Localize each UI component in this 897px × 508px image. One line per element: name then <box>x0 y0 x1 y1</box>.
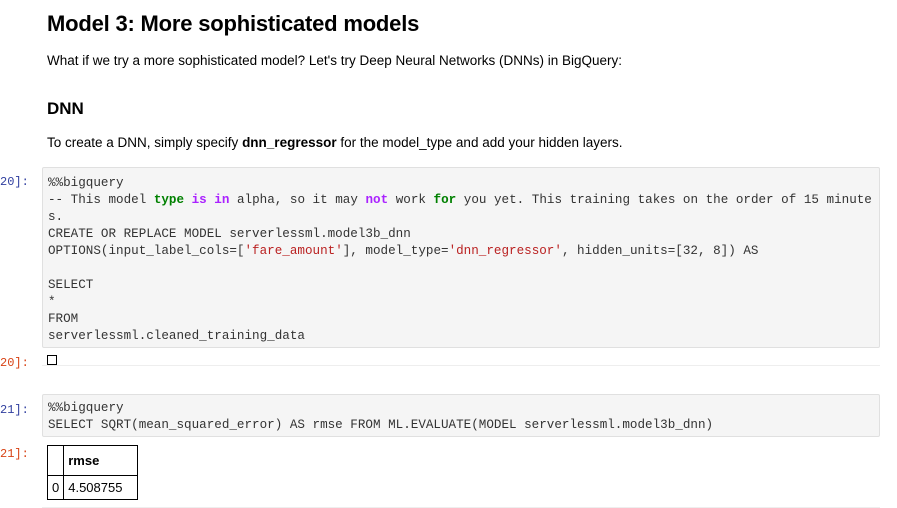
code-line: %%bigquery <box>48 176 124 190</box>
code-cell-create-model[interactable]: %%bigquery -- This model type is in alpha… <box>42 167 880 348</box>
code-line: * <box>48 295 56 309</box>
code-line: FROM <box>48 312 79 326</box>
section-heading: Model 3: More sophisticated models <box>47 11 420 36</box>
code-line: SELECT SQRT(mean_squared_error) AS rmse … <box>48 418 714 432</box>
input-prompt-21: 21]: <box>0 403 29 417</box>
code-editor[interactable]: %%bigquery -- This model type is in alpha… <box>43 168 879 345</box>
code-cell-evaluate[interactable]: %%bigquery SELECT SQRT(mean_squared_error… <box>42 394 880 437</box>
code-line: serverlessml.cleaned_training_data <box>48 329 305 343</box>
code-line: SELECT <box>48 278 94 292</box>
input-prompt-20: 20]: <box>0 175 29 189</box>
output-divider <box>42 365 880 366</box>
code-line: CREATE OR REPLACE MODEL serverlessml.mod… <box>48 227 411 241</box>
row-index: 0 <box>46 475 65 500</box>
empty-output-checkbox-icon <box>47 355 57 365</box>
table-header-row: rmse <box>46 445 139 476</box>
column-header-rmse: rmse <box>63 445 139 476</box>
code-line: %%bigquery <box>48 401 124 415</box>
intro-text: What if we try a more sophisticated mode… <box>47 53 623 68</box>
instruction-prefix: To create a DNN, simply specify <box>47 135 243 150</box>
instruction-bold: dnn_regressor <box>242 135 337 150</box>
table-row: 0 4.508755 <box>46 475 139 500</box>
output-prompt-21: 21]: <box>0 447 29 461</box>
result-dataframe: rmse 0 4.508755 <box>46 445 139 500</box>
table-cell-rmse: 4.508755 <box>63 475 139 500</box>
dnn-subheading: DNN <box>47 99 84 118</box>
code-editor[interactable]: %%bigquery SELECT SQRT(mean_squared_error… <box>43 395 879 434</box>
index-header <box>46 445 65 476</box>
output-prompt-20: 20]: <box>0 356 29 370</box>
instruction-suffix: for the model_type and add your hidden l… <box>336 135 623 150</box>
instruction-text: To create a DNN, simply specify dnn_regr… <box>47 135 623 150</box>
code-line: -- This model type is in alpha, so it ma… <box>48 193 872 224</box>
code-line: OPTIONS(input_label_cols=['fare_amount']… <box>48 244 759 258</box>
